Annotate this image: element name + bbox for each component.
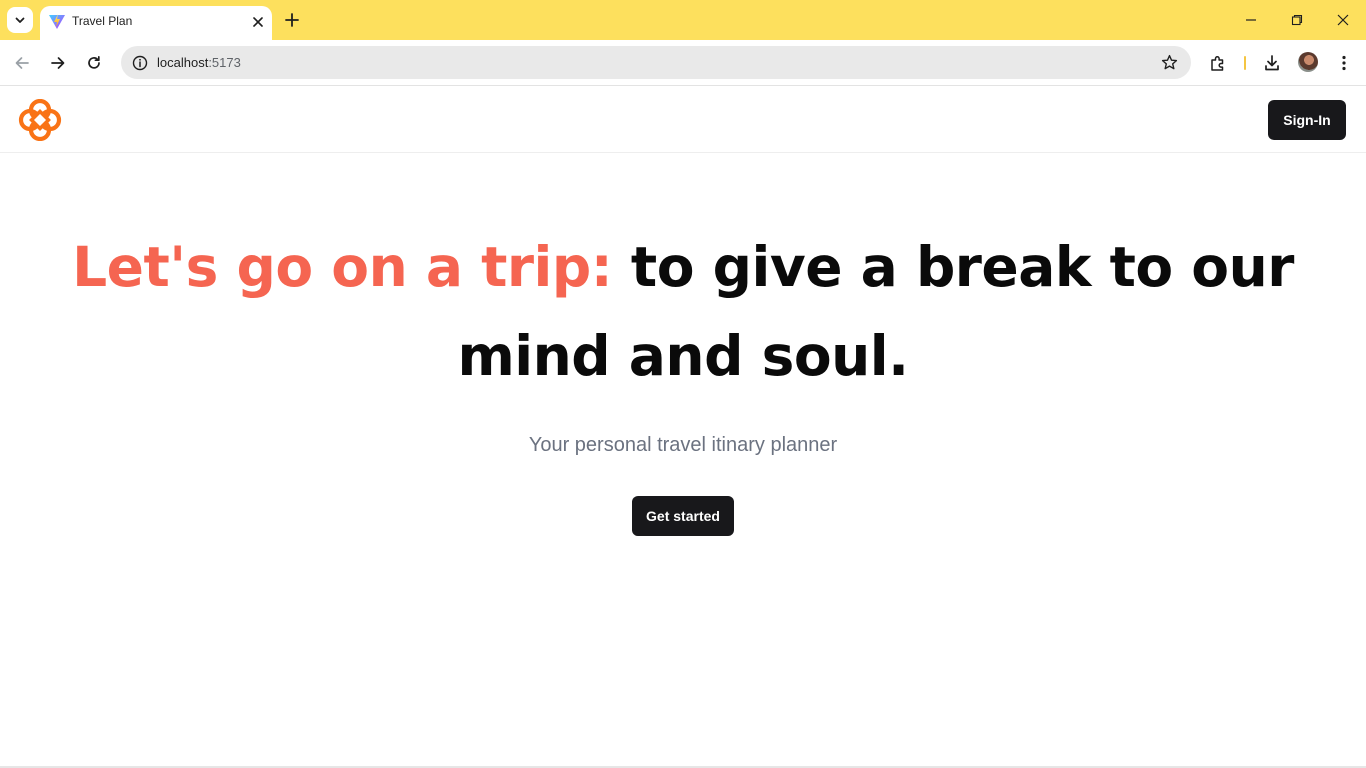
address-bar[interactable]: localhost:5173 xyxy=(121,46,1191,79)
hero-title: Let's go on a trip: to give a break to o… xyxy=(0,223,1366,401)
page-viewport: Sign-In Let's go on a trip: to give a br… xyxy=(0,87,1366,768)
site-info-button[interactable] xyxy=(127,50,152,75)
browser-titlebar: Travel Plan xyxy=(0,0,1366,40)
browser-tab[interactable]: Travel Plan xyxy=(40,6,272,40)
browser-menu-button[interactable] xyxy=(1332,51,1356,75)
restore-button[interactable] xyxy=(1285,8,1309,32)
url-host: localhost xyxy=(157,55,209,70)
profile-avatar[interactable] xyxy=(1298,52,1318,72)
close-window-button[interactable] xyxy=(1331,8,1355,32)
toolbar-separator xyxy=(1244,56,1246,70)
reload-button[interactable] xyxy=(80,49,108,77)
hero-title-accent: Let's go on a trip: xyxy=(72,235,613,299)
tab-close-button[interactable] xyxy=(248,12,268,32)
reload-icon xyxy=(88,55,100,69)
get-started-button[interactable]: Get started xyxy=(632,496,734,536)
hero-subtitle: Your personal travel itinary planner xyxy=(528,434,838,456)
back-icon xyxy=(15,57,29,69)
browser-toolbar: localhost:5173 xyxy=(0,40,1366,86)
back-button[interactable] xyxy=(8,49,36,77)
star-icon xyxy=(1161,54,1177,69)
close-icon xyxy=(253,17,263,27)
info-icon xyxy=(132,55,147,70)
forward-icon xyxy=(51,57,65,69)
downloads-button[interactable] xyxy=(1260,51,1284,75)
close-window-icon xyxy=(1337,14,1349,26)
url-text: localhost:5173 xyxy=(157,55,241,70)
new-tab-button[interactable] xyxy=(280,8,304,32)
minimize-button[interactable] xyxy=(1239,8,1263,32)
extensions-button[interactable] xyxy=(1206,51,1230,75)
site-header: Sign-In xyxy=(0,87,1366,153)
plus-icon xyxy=(285,13,299,27)
url-port: :5173 xyxy=(208,55,241,70)
hero-section: Let's go on a trip: to give a break to o… xyxy=(0,223,1366,401)
forward-button[interactable] xyxy=(44,49,72,77)
minimize-icon xyxy=(1246,19,1256,21)
tab-search-button[interactable] xyxy=(7,7,33,33)
tab-title: Travel Plan xyxy=(72,14,133,28)
download-icon xyxy=(1265,55,1279,71)
flower-logo-icon[interactable] xyxy=(18,99,62,141)
sign-in-button[interactable]: Sign-In xyxy=(1268,100,1346,140)
extensions-icon xyxy=(1211,55,1224,71)
chevron-down-icon xyxy=(15,17,25,23)
restore-icon xyxy=(1291,14,1303,26)
bookmark-star-button[interactable] xyxy=(1159,52,1179,72)
vite-logo-icon xyxy=(49,14,65,29)
kebab-menu-icon xyxy=(1342,55,1346,71)
